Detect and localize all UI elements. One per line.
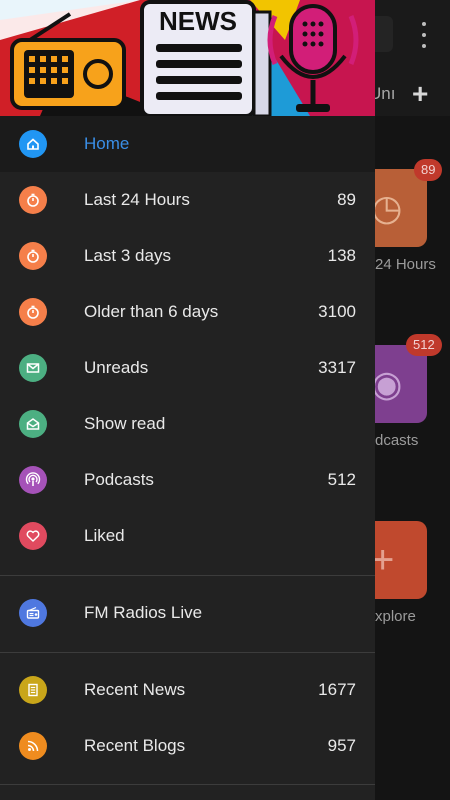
drawer-item-label: Recent News xyxy=(84,680,186,699)
drawer-item-count: 3317 xyxy=(318,358,356,377)
news-icon xyxy=(19,676,47,704)
drawer-item-label: Podcasts xyxy=(84,470,154,489)
drawer-item-fm-radios-live[interactable]: FM Radios Live xyxy=(0,585,375,641)
drawer-item-label: Last 3 days xyxy=(84,246,171,265)
navigation-drawer: NEWS Home Last 24 Hours 89 Last 3 days 1… xyxy=(0,0,375,800)
mail-icon xyxy=(19,354,47,382)
tile-badge: 512 xyxy=(406,334,442,356)
drawer-item-label: Older than 6 days xyxy=(84,302,219,321)
drawer-divider xyxy=(0,575,375,576)
drawer-item-count: 1677 xyxy=(318,680,356,699)
stopwatch-icon xyxy=(19,242,47,270)
tile-explore[interactable]: + xyxy=(371,521,427,599)
tile-caption: xplore xyxy=(375,608,416,625)
drawer-item-home[interactable]: Home xyxy=(0,116,375,172)
drawer-item-label: Show read xyxy=(84,414,166,433)
drawer-item-label: Liked xyxy=(84,526,125,545)
heart-icon xyxy=(19,522,47,550)
drawer-item-liked[interactable]: Liked xyxy=(0,508,375,564)
radio-icon xyxy=(19,599,47,627)
drawer-item-count: 89 xyxy=(337,190,356,209)
news-radio-podcast-illustration: NEWS xyxy=(0,0,375,116)
drawer-header-banner: NEWS xyxy=(0,0,375,116)
drawer-item-count: 957 xyxy=(327,736,356,755)
drawer-item-count: 138 xyxy=(327,246,356,265)
drawer-item-show-read[interactable]: Show read xyxy=(0,396,375,452)
stopwatch-icon xyxy=(19,186,47,214)
drawer-item-count: 512 xyxy=(327,470,356,489)
stopwatch-icon: ◷ xyxy=(371,187,403,228)
podcast-icon xyxy=(19,466,47,494)
tile-caption: 24 Hours xyxy=(375,256,436,273)
tile-podcasts[interactable]: ◉ xyxy=(371,345,427,423)
drawer-item-count: 3100 xyxy=(318,302,356,321)
rss-icon xyxy=(19,732,47,760)
drawer-item-label: Recent Blogs xyxy=(84,736,186,755)
drawer-item-label: Home xyxy=(84,134,130,153)
drawer-item-last-24-hours[interactable]: Last 24 Hours 89 xyxy=(0,172,375,228)
drawer-item-label: FM Radios Live xyxy=(84,603,203,622)
tile-last-24-hours[interactable]: ◷ xyxy=(371,169,427,247)
mail-open-icon xyxy=(19,410,47,438)
tile-badge: 89 xyxy=(414,159,443,181)
drawer-divider xyxy=(0,784,375,785)
drawer-item-label: Unreads xyxy=(84,358,149,377)
drawer-item-recent-blogs[interactable]: Recent Blogs 957 xyxy=(0,718,375,774)
banner-news-text: NEWS xyxy=(159,6,237,36)
podcast-icon: ◉ xyxy=(371,363,403,404)
drawer-divider xyxy=(0,652,375,653)
drawer-item-podcasts[interactable]: Podcasts 512 xyxy=(0,452,375,508)
tile-caption: dcasts xyxy=(375,432,419,449)
drawer-item-recent-news[interactable]: Recent News 1677 xyxy=(0,662,375,718)
overflow-menu-icon[interactable] xyxy=(417,22,431,48)
search-box[interactable] xyxy=(375,16,393,52)
drawer-item-label: Last 24 Hours xyxy=(84,190,190,209)
home-icon xyxy=(19,130,47,158)
drawer-item-older-than-6-days[interactable]: Older than 6 days 3100 xyxy=(0,284,375,340)
stopwatch-icon xyxy=(19,298,47,326)
drawer-item-last-3-days[interactable]: Last 3 days 138 xyxy=(0,228,375,284)
drawer-item-unreads[interactable]: Unreads 3317 xyxy=(0,340,375,396)
add-tab-button[interactable]: + xyxy=(412,78,428,110)
